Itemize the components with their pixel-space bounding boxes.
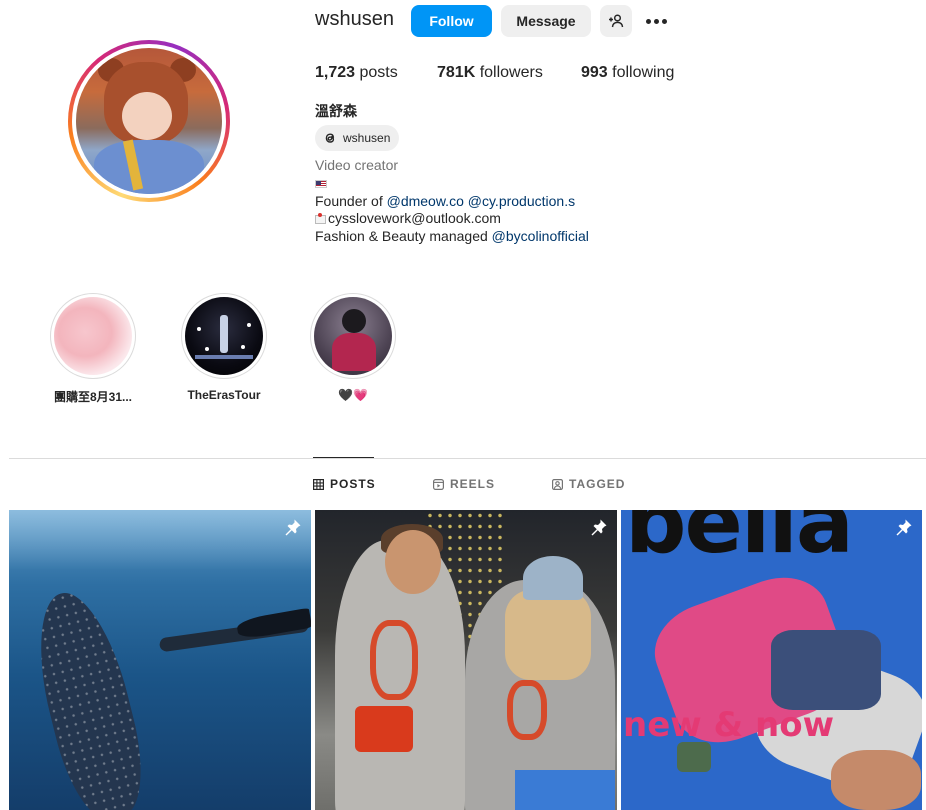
follow-button[interactable]: Follow [411,5,492,37]
bio-flag-line [315,175,589,193]
highlight-label: 團購至8月31... [53,390,133,404]
post-thumbnail[interactable]: bella new & now [621,510,922,810]
post-thumbnail[interactable] [315,510,617,810]
profile-bio: Founder of @dmeow.co @cy.production.s cy… [315,175,589,245]
highlight-item[interactable]: 團購至8月31... [50,293,136,405]
active-tab-indicator [313,457,374,458]
tabs-divider [9,458,926,459]
threads-handle: wshusen [343,131,391,145]
mention-link-bycolin[interactable]: @bycolinofficial [492,228,589,244]
add-user-icon [609,14,624,28]
highlight-cover [314,297,392,375]
tab-tagged[interactable]: TAGGED [552,477,625,491]
message-button[interactable]: Message [501,5,591,37]
profile-username: wshusen [315,8,394,30]
posts-count: 1,723 posts [315,64,398,81]
grid-icon [313,478,324,490]
tab-reels[interactable]: REELS [433,477,495,491]
profile-full-name: 溫舒森 [315,103,357,119]
highlight-label: TheErasTour [187,388,261,402]
highlight-item[interactable]: TheErasTour [181,293,267,402]
more-options-icon [645,18,651,24]
bio-founder-text: Founder of [315,192,387,209]
mention-link-dmeow[interactable]: @dmeow.co [387,193,464,209]
post-thumbnail[interactable] [9,510,311,810]
mention-link-cy-production[interactable]: @cy.production.s [468,193,575,209]
highlight-cover [54,297,132,375]
magazine-cover-text: new & now [623,705,834,745]
following-link[interactable]: 993 following [581,64,674,82]
us-flag-icon [315,180,327,189]
followers-link[interactable]: 781K followers [437,64,543,82]
bio-managed-text: Fashion & Beauty managed [315,227,492,244]
suggested-accounts-button[interactable] [600,5,632,37]
options-button[interactable] [643,10,669,32]
pinned-icon [285,519,301,536]
highlight-item[interactable]: 🖤💗 [310,293,396,402]
bio-email: cysslovework@outlook.com [328,210,501,226]
magazine-cover-title: bella [625,510,854,573]
profile-category: Video creator [315,157,399,173]
pinned-icon [591,519,607,536]
threads-badge[interactable]: wshusen [315,125,400,151]
reels-icon [433,478,444,490]
tagged-icon [552,478,563,490]
tab-posts[interactable]: POSTS [313,477,376,491]
envelope-icon [315,213,326,224]
profile-avatar[interactable] [68,40,230,202]
pinned-icon [896,519,912,536]
highlight-label: 🖤💗 [338,388,368,402]
threads-icon [323,131,337,145]
avatar-photo [76,48,222,194]
highlight-cover [185,297,263,375]
